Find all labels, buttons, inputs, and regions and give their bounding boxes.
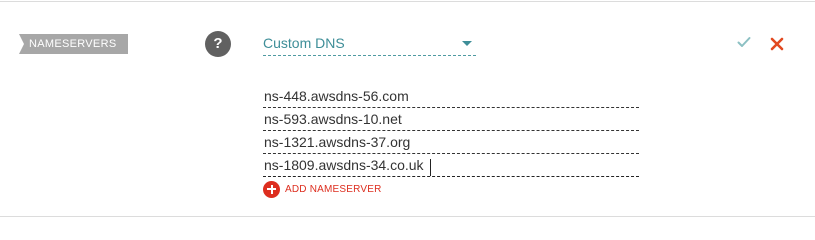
add-nameserver-button[interactable]: ADD NAMESERVER xyxy=(263,180,382,198)
question-icon[interactable]: ? xyxy=(205,31,231,57)
nameserver-field-2[interactable] xyxy=(263,108,639,131)
dns-type-select[interactable]: Custom DNS xyxy=(263,33,476,56)
nameservers-section-tag: NAMESERVERS xyxy=(19,34,129,54)
top-divider xyxy=(0,1,815,2)
dns-type-selected-value: Custom DNS xyxy=(263,35,345,51)
bottom-divider xyxy=(0,216,815,217)
plus-circle-icon xyxy=(263,180,280,198)
chevron-down-icon xyxy=(462,41,472,46)
text-cursor xyxy=(430,159,431,176)
nameserver-field-4[interactable] xyxy=(263,154,639,177)
close-icon[interactable] xyxy=(769,36,785,52)
nameserver-list xyxy=(263,85,639,177)
check-icon[interactable] xyxy=(736,34,752,50)
nameserver-field-1[interactable] xyxy=(263,85,639,108)
nameserver-field-3[interactable] xyxy=(263,131,639,154)
add-nameserver-label: ADD NAMESERVER xyxy=(285,183,382,195)
